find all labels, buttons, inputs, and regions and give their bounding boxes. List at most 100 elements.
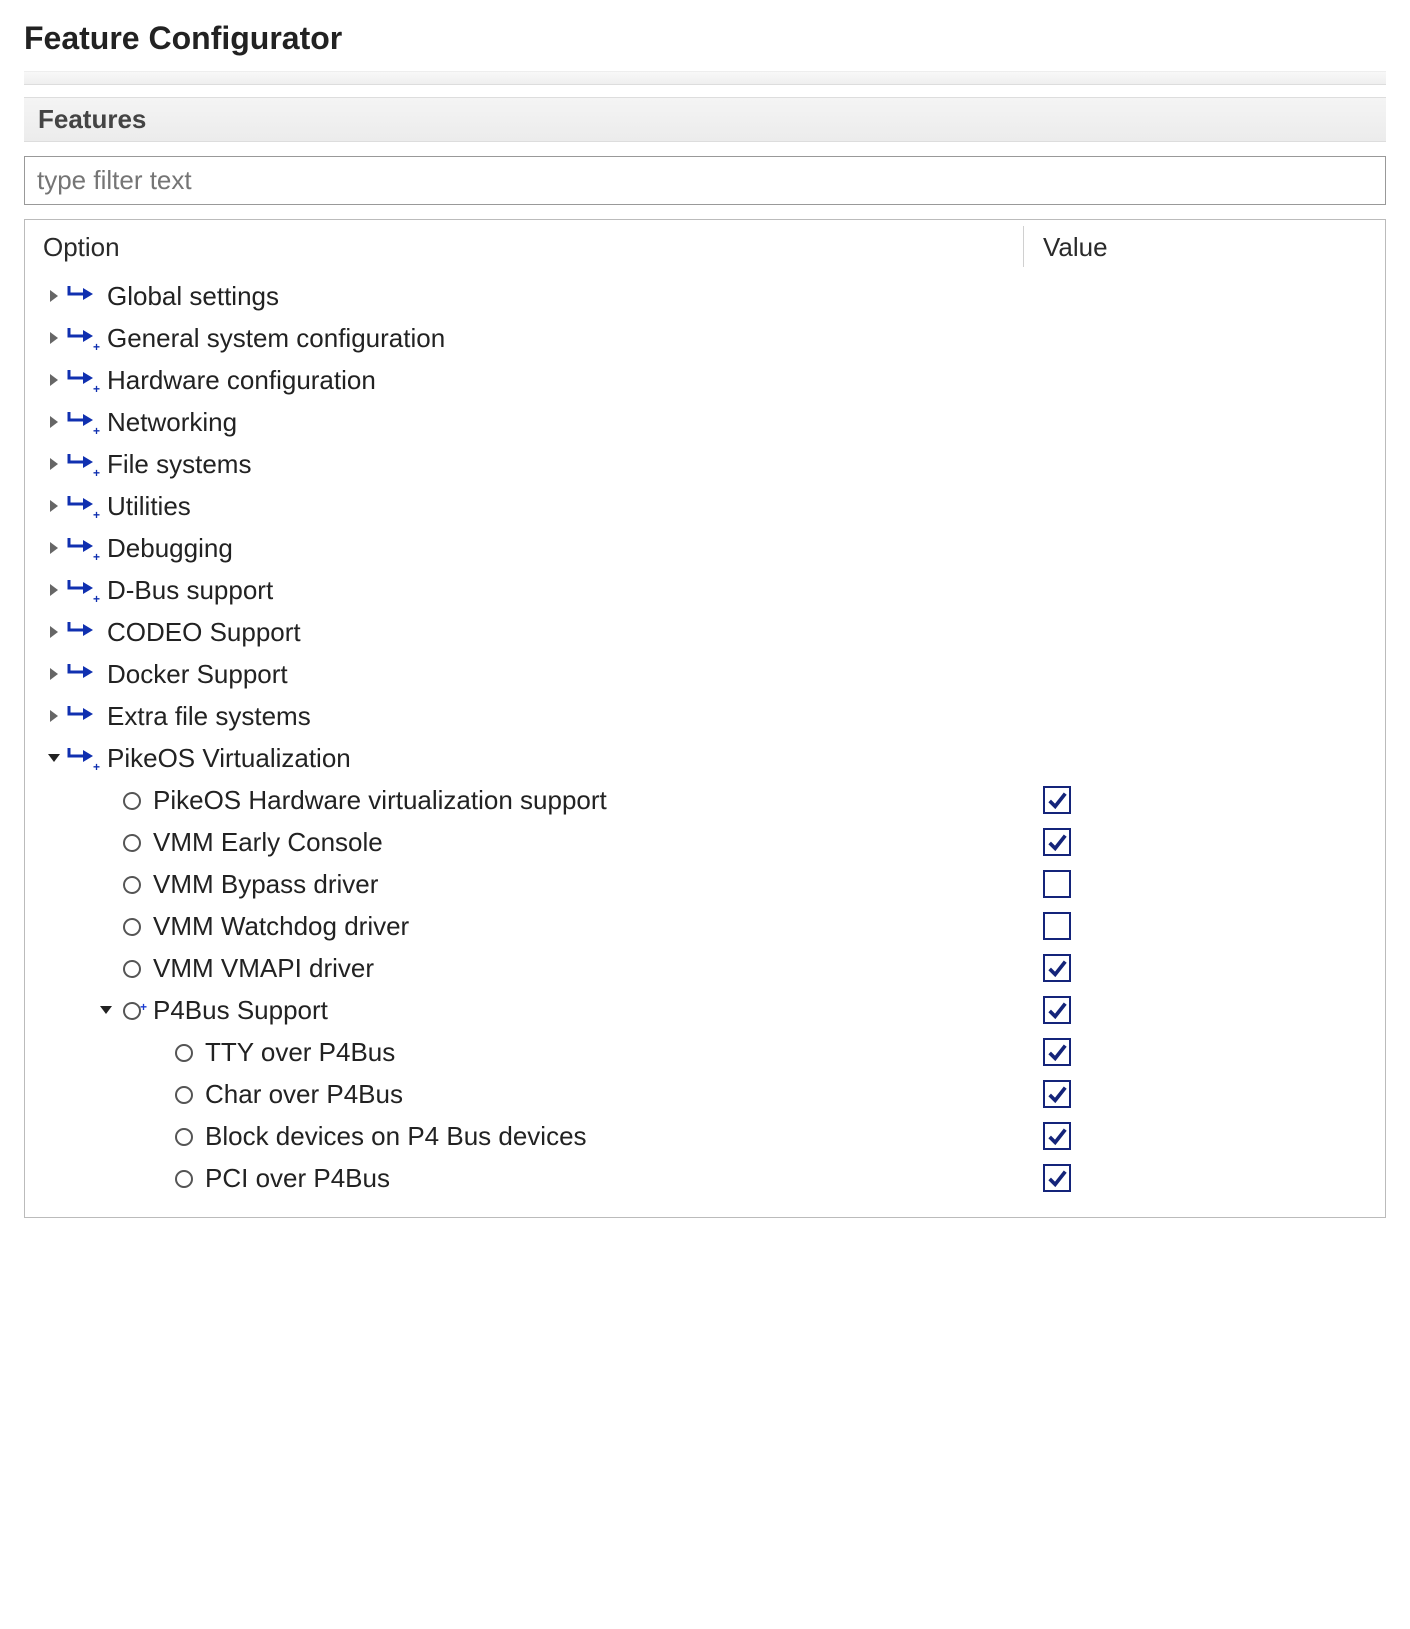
tree-row-label: VMM Watchdog driver (153, 905, 409, 947)
tree-row[interactable]: VMM VMAPI driver (43, 947, 1367, 989)
group-arrow-plus-icon: + (65, 323, 101, 353)
feature-checkbox[interactable] (1043, 954, 1071, 982)
svg-text:+: + (93, 760, 100, 773)
feature-checkbox[interactable] (1043, 870, 1071, 898)
tree-row-label: Utilities (107, 485, 191, 527)
expander-closed-icon[interactable] (43, 527, 65, 569)
filter-input[interactable] (24, 156, 1386, 205)
tree-row-label: P4Bus Support (153, 989, 328, 1031)
tree-row[interactable]: + File systems (43, 443, 1367, 485)
feature-checkbox[interactable] (1043, 1080, 1071, 1108)
leaf-icon (169, 1164, 197, 1192)
svg-text:+: + (93, 340, 100, 353)
expander-closed-icon[interactable] (43, 653, 65, 695)
tree-row[interactable]: + Utilities (43, 485, 1367, 527)
tree-headers: Option Value (25, 220, 1385, 271)
svg-text:+: + (93, 508, 100, 521)
expander-open-icon[interactable] (95, 989, 117, 1031)
group-arrow-icon (65, 281, 101, 311)
group-arrow-icon (65, 617, 101, 647)
group-arrow-plus-icon: + (65, 365, 101, 395)
leaf-icon (117, 954, 145, 982)
tree-row[interactable]: VMM Watchdog driver (43, 905, 1367, 947)
tree-row[interactable]: + Debugging (43, 527, 1367, 569)
group-arrow-plus-icon: + (65, 575, 101, 605)
tree-row-label: Char over P4Bus (205, 1073, 403, 1115)
tree-row-label: VMM VMAPI driver (153, 947, 374, 989)
tree-row-label: Global settings (107, 275, 279, 317)
tree-row[interactable]: VMM Early Console (43, 821, 1367, 863)
group-arrow-icon (65, 659, 101, 689)
tree-row[interactable]: + Networking (43, 401, 1367, 443)
tree-row-label: PCI over P4Bus (205, 1157, 390, 1199)
expander-closed-icon[interactable] (43, 317, 65, 359)
tree-row-label: Docker Support (107, 653, 288, 695)
tree-row-label: CODEO Support (107, 611, 301, 653)
tree-row[interactable]: VMM Bypass driver (43, 863, 1367, 905)
expander-closed-icon[interactable] (43, 401, 65, 443)
feature-tree: Global settings + General system configu… (25, 271, 1385, 1217)
expander-closed-icon[interactable] (43, 275, 65, 317)
tree-row-label: PikeOS Hardware virtualization support (153, 779, 607, 821)
tree-row[interactable]: + Hardware configuration (43, 359, 1367, 401)
expander-open-icon[interactable] (43, 737, 65, 779)
svg-text:+: + (93, 592, 100, 605)
feature-checkbox[interactable] (1043, 828, 1071, 856)
tree-row-label: VMM Bypass driver (153, 863, 378, 905)
tree-row-label: File systems (107, 443, 251, 485)
tree-row[interactable]: + PikeOS Virtualization (43, 737, 1367, 779)
tree-row-label: D-Bus support (107, 569, 273, 611)
column-header-value[interactable]: Value (1043, 232, 1367, 263)
expander-closed-icon[interactable] (43, 611, 65, 653)
leaf-icon (117, 828, 145, 856)
tree-row-label: General system configuration (107, 317, 445, 359)
feature-checkbox[interactable] (1043, 786, 1071, 814)
tree-row-label: Networking (107, 401, 237, 443)
tree-row[interactable]: + General system configuration (43, 317, 1367, 359)
feature-checkbox[interactable] (1043, 1038, 1071, 1066)
feature-checkbox[interactable] (1043, 912, 1071, 940)
feature-checkbox[interactable] (1043, 1164, 1071, 1192)
tree-row-label: Debugging (107, 527, 233, 569)
expander-closed-icon[interactable] (43, 569, 65, 611)
tree-row-label: TTY over P4Bus (205, 1031, 395, 1073)
group-arrow-plus-icon: + (65, 491, 101, 521)
tree-row[interactable]: PCI over P4Bus (43, 1157, 1367, 1199)
tree-row[interactable]: PikeOS Hardware virtualization support (43, 779, 1367, 821)
section-header-features: Features (24, 97, 1386, 142)
svg-text:+: + (93, 466, 100, 479)
tree-row-label: Hardware configuration (107, 359, 376, 401)
tree-row[interactable]: CODEO Support (43, 611, 1367, 653)
expander-closed-icon[interactable] (43, 485, 65, 527)
feature-checkbox[interactable] (1043, 996, 1071, 1024)
tree-row[interactable]: Block devices on P4 Bus devices (43, 1115, 1367, 1157)
tree-row[interactable]: TTY over P4Bus (43, 1031, 1367, 1073)
group-arrow-plus-icon: + (65, 743, 101, 773)
page-title: Feature Configurator (24, 20, 1386, 57)
group-arrow-icon (65, 701, 101, 731)
expander-closed-icon[interactable] (43, 359, 65, 401)
leaf-plus-icon (117, 996, 145, 1024)
leaf-icon (117, 912, 145, 940)
tree-row-label: Block devices on P4 Bus devices (205, 1115, 587, 1157)
column-header-option[interactable]: Option (43, 232, 1043, 263)
group-arrow-plus-icon: + (65, 533, 101, 563)
tree-row[interactable]: Char over P4Bus (43, 1073, 1367, 1115)
leaf-icon (169, 1080, 197, 1108)
tree-row[interactable]: Docker Support (43, 653, 1367, 695)
tree-row[interactable]: P4Bus Support (43, 989, 1367, 1031)
leaf-icon (117, 870, 145, 898)
expander-closed-icon[interactable] (43, 443, 65, 485)
tree-row[interactable]: Global settings (43, 275, 1367, 317)
expander-closed-icon[interactable] (43, 695, 65, 737)
svg-text:+: + (93, 424, 100, 437)
leaf-icon (169, 1038, 197, 1066)
svg-text:+: + (93, 550, 100, 563)
tree-row[interactable]: + D-Bus support (43, 569, 1367, 611)
svg-text:+: + (93, 382, 100, 395)
tree-row-label: Extra file systems (107, 695, 311, 737)
group-arrow-plus-icon: + (65, 407, 101, 437)
feature-checkbox[interactable] (1043, 1122, 1071, 1150)
leaf-icon (117, 786, 145, 814)
tree-row[interactable]: Extra file systems (43, 695, 1367, 737)
